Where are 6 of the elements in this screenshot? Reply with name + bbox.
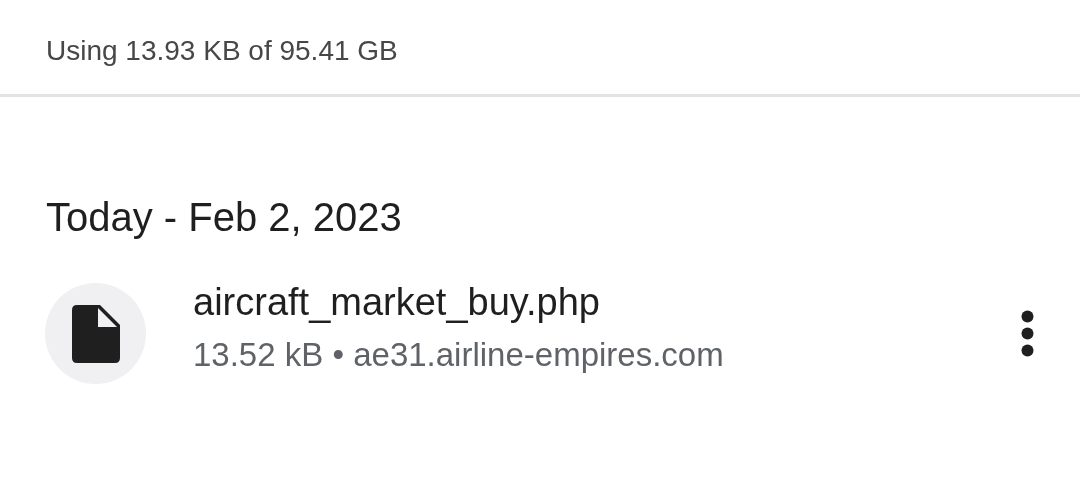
file-icon <box>71 304 120 363</box>
file-details: 13.52 kB • ae31.airline-empires.com <box>193 334 725 375</box>
section-date-heading: Today - Feb 2, 2023 <box>45 194 403 241</box>
storage-summary: Using 13.93 KB of 95.41 GB <box>46 35 398 67</box>
file-name[interactable]: aircraft_market_buy.php <box>193 278 1015 325</box>
more-vertical-icon <box>1021 310 1034 357</box>
